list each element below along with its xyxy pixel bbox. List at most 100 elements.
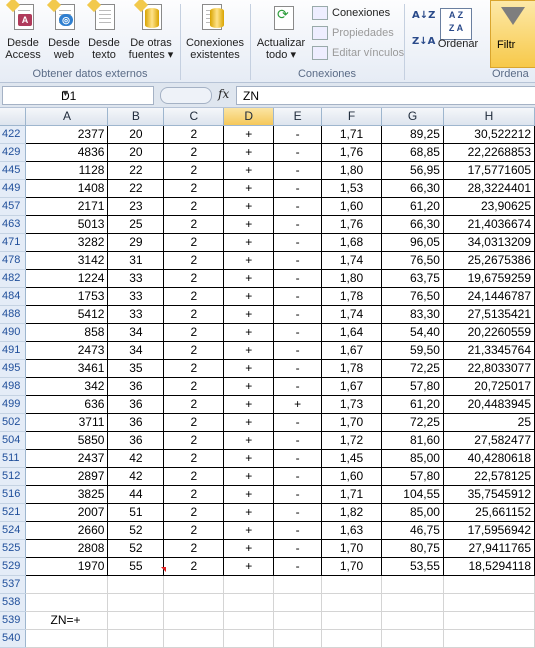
cell-a[interactable]: 5412 <box>25 305 109 324</box>
cell-g[interactable]: 85,00 <box>381 449 444 468</box>
cell-h[interactable]: 30,522212 <box>443 125 535 144</box>
cell-f[interactable]: 1,73 <box>321 395 383 414</box>
cell-c[interactable]: 2 <box>163 503 225 522</box>
cell-a[interactable]: 1408 <box>25 179 109 198</box>
cell-d[interactable]: + <box>223 161 275 180</box>
row-header[interactable]: 429 <box>0 143 27 162</box>
cell-a[interactable]: 5850 <box>25 431 109 450</box>
cell-d[interactable]: + <box>223 179 275 198</box>
cell-a[interactable]: 1970 <box>25 557 109 576</box>
row-header[interactable]: 516 <box>0 485 27 504</box>
cell-a[interactable]: 2377 <box>25 125 109 144</box>
cell-c[interactable]: 2 <box>163 215 225 234</box>
cell-a[interactable]: 1128 <box>25 161 109 180</box>
cell-g[interactable]: 61,20 <box>381 197 444 216</box>
cell-g[interactable]: 96,05 <box>381 233 444 252</box>
cell-e[interactable]: - <box>273 341 323 360</box>
cell-c[interactable] <box>163 575 225 594</box>
row-header[interactable]: 445 <box>0 161 27 180</box>
cell-d[interactable]: + <box>223 467 275 486</box>
cell-h[interactable]: 18,5294118 <box>443 557 535 576</box>
cell-g[interactable] <box>381 593 444 612</box>
cell-e[interactable]: - <box>273 377 323 396</box>
cell-c[interactable]: 2 <box>163 449 225 468</box>
cell-e[interactable]: - <box>273 557 323 576</box>
cell-e[interactable]: - <box>273 233 323 252</box>
cell-d[interactable]: + <box>223 233 275 252</box>
cell-c[interactable] <box>163 611 225 630</box>
cell-e[interactable]: - <box>273 161 323 180</box>
row-header[interactable]: 498 <box>0 377 27 396</box>
cell-e[interactable]: - <box>273 269 323 288</box>
cell-h[interactable]: 17,5956942 <box>443 521 535 540</box>
cell-a[interactable]: 342 <box>25 377 109 396</box>
cell-d[interactable]: + <box>223 449 275 468</box>
row-header[interactable]: 484 <box>0 287 27 306</box>
cell-e[interactable]: - <box>273 197 323 216</box>
cell-g[interactable]: 76,50 <box>381 251 444 270</box>
cell-f[interactable]: 1,70 <box>321 413 383 432</box>
cell-c[interactable]: 2 <box>163 323 225 342</box>
row-header[interactable]: 499 <box>0 395 27 414</box>
cell-h[interactable] <box>443 593 535 612</box>
cell-b[interactable]: 51 <box>107 503 165 522</box>
cell-h[interactable]: 34,0313209 <box>443 233 535 252</box>
cell-c[interactable]: 2 <box>163 341 225 360</box>
cell-d[interactable]: + <box>223 377 275 396</box>
cell-c[interactable]: 2 <box>163 197 225 216</box>
cell-f[interactable]: 1,78 <box>321 359 383 378</box>
cell-b[interactable]: 29 <box>107 233 165 252</box>
filtro-button[interactable]: Filtr <box>490 0 535 68</box>
column-header-a[interactable]: A <box>25 108 109 126</box>
cell-f[interactable]: 1,67 <box>321 377 383 396</box>
row-header[interactable]: 478 <box>0 251 27 270</box>
cell-b[interactable]: 34 <box>107 341 165 360</box>
ordenar-button[interactable]: Ordenar <box>436 38 480 50</box>
column-header-d[interactable]: D <box>223 108 275 126</box>
row-header[interactable]: 529 <box>0 557 27 576</box>
cell-c[interactable]: 2 <box>163 431 225 450</box>
row-header[interactable]: 521 <box>0 503 27 522</box>
cell-c[interactable]: 2 <box>163 269 225 288</box>
cell-e[interactable]: - <box>273 503 323 522</box>
select-all-corner[interactable] <box>0 108 27 126</box>
cell-a[interactable]: 2808 <box>25 539 109 558</box>
cell-a[interactable]: 3142 <box>25 251 109 270</box>
name-box[interactable]: D1 ▼ <box>2 86 154 105</box>
cell-c[interactable]: 2 <box>163 413 225 432</box>
cell-c[interactable] <box>163 629 225 648</box>
cell-f[interactable]: 1,82 <box>321 503 383 522</box>
cell-f[interactable]: 1,60 <box>321 197 383 216</box>
column-header-e[interactable]: E <box>273 108 323 126</box>
cell-e[interactable]: - <box>273 305 323 324</box>
cell-h[interactable]: 21,3345764 <box>443 341 535 360</box>
cell-c[interactable]: 2 <box>163 143 225 162</box>
cell-h[interactable]: 35,7545912 <box>443 485 535 504</box>
row-header[interactable]: 491 <box>0 341 27 360</box>
cell-e[interactable]: + <box>273 395 323 414</box>
row-header[interactable]: 525 <box>0 539 27 558</box>
row-header[interactable]: 538 <box>0 593 27 612</box>
row-header[interactable]: 512 <box>0 467 27 486</box>
cell-g[interactable]: 83,30 <box>381 305 444 324</box>
cell-d[interactable]: + <box>223 341 275 360</box>
cell-g[interactable]: 59,50 <box>381 341 444 360</box>
cell-a[interactable]: 2897 <box>25 467 109 486</box>
cell-e[interactable]: - <box>273 215 323 234</box>
row-header[interactable]: 524 <box>0 521 27 540</box>
cell-g[interactable]: 61,20 <box>381 395 444 414</box>
cell-c[interactable]: 2 <box>163 521 225 540</box>
cell-d[interactable]: + <box>223 503 275 522</box>
cell-b[interactable]: 36 <box>107 413 165 432</box>
row-header[interactable]: 539 <box>0 611 27 630</box>
cell-f[interactable] <box>321 575 383 594</box>
cell-c[interactable]: 2 <box>163 557 225 576</box>
cell-g[interactable]: 104,55 <box>381 485 444 504</box>
cell-d[interactable]: + <box>223 323 275 342</box>
cell-b[interactable]: 20 <box>107 125 165 144</box>
cell-f[interactable]: 1,64 <box>321 323 383 342</box>
cell-h[interactable]: 25,661152 <box>443 503 535 522</box>
cell-e[interactable] <box>273 575 323 594</box>
sort-dialog-icon[interactable]: A ZZ A <box>440 8 472 40</box>
sort-ascending-icon[interactable]: A↓Z <box>412 10 435 28</box>
